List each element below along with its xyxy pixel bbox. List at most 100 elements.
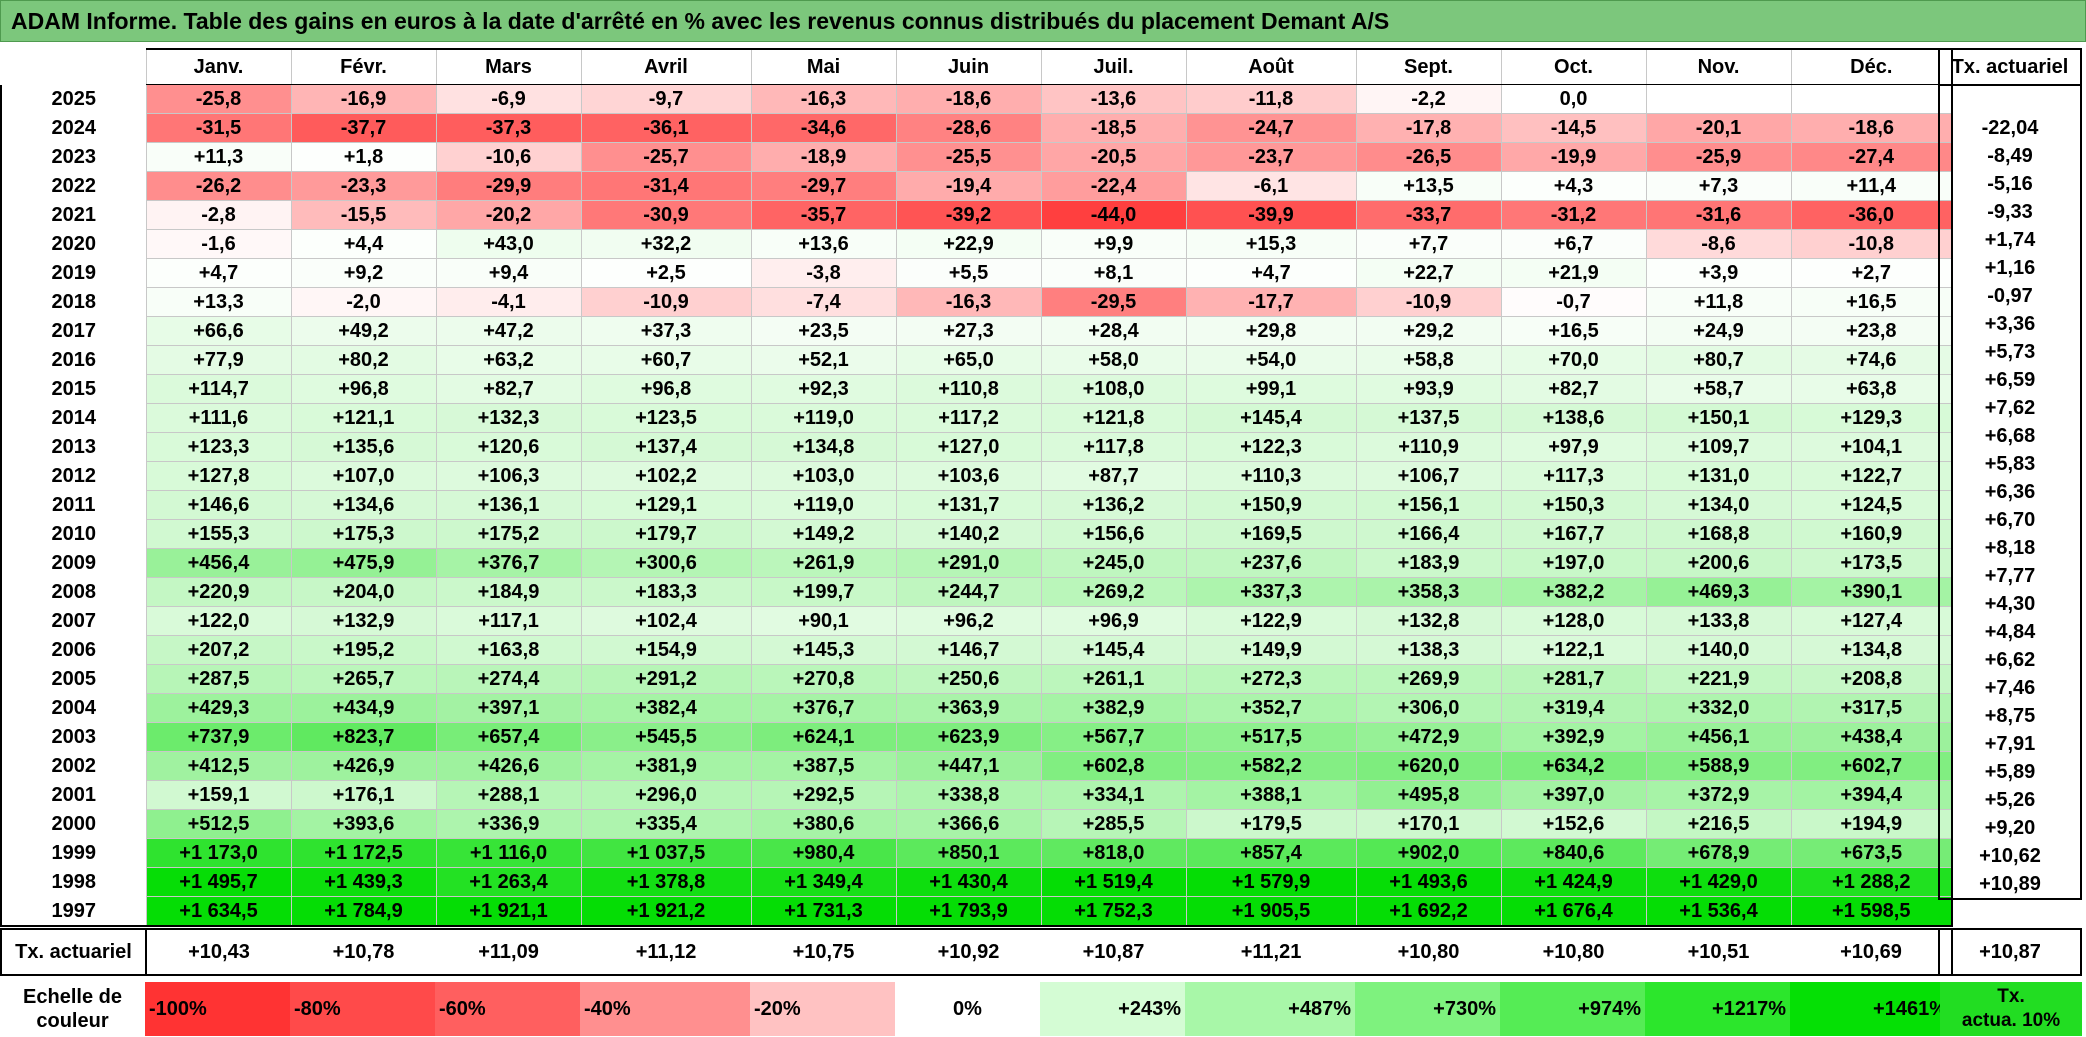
legend-swatch: +1461%	[1790, 982, 1951, 1036]
gain-cell: +107,0	[290, 461, 437, 491]
gain-cell	[1790, 84, 1953, 114]
gain-cell: +138,6	[1500, 403, 1647, 433]
gain-cell: +337,3	[1185, 577, 1357, 607]
gain-cell: +127,0	[895, 432, 1042, 462]
gain-cell	[1645, 84, 1792, 114]
gain-cell: +149,2	[750, 519, 897, 549]
gain-cell: +134,8	[1790, 635, 1953, 665]
gain-cell: +179,5	[1185, 809, 1357, 839]
gain-cell: +366,6	[895, 809, 1042, 839]
side-row: -9,33	[1938, 198, 2082, 226]
gain-cell: +296,0	[580, 780, 752, 810]
gain-cell: +16,5	[1790, 287, 1953, 317]
gain-cell: +1 793,9	[895, 896, 1042, 927]
gain-cell: -4,1	[435, 287, 582, 317]
gain-cell: +22,7	[1355, 258, 1502, 288]
gain-cell: 0,0	[1500, 84, 1647, 114]
gain-cell: +175,3	[290, 519, 437, 549]
gain-cell: +512,5	[145, 809, 292, 839]
tx-actuariel-value: +5,83	[1938, 450, 2082, 478]
gain-cell: +160,9	[1790, 519, 1953, 549]
tx-actuariel-value: +4,84	[1938, 618, 2082, 646]
tx-month-value: +10,78	[291, 928, 436, 976]
gain-cell: +1,8	[290, 142, 437, 172]
gain-cell: +237,6	[1185, 548, 1357, 578]
gain-cell: +1 634,5	[145, 896, 292, 927]
gain-cell: -19,4	[895, 171, 1042, 201]
legend-swatch: -40%	[580, 982, 750, 1036]
table-row: 1999 +1 173,0 +1 172,5 +1 116,0 +1 037,5 +980…	[0, 838, 1953, 868]
gain-cell: +47,2	[435, 316, 582, 346]
table-row: 2015 +114,7 +96,8 +82,7 +96,8 +92,3 +110,8 +108…	[0, 374, 1953, 404]
year-label: 2002	[0, 751, 146, 781]
year-label: 2022	[0, 171, 146, 201]
gain-cell: +1 173,0	[145, 838, 292, 868]
table-row: 2022 -26,2 -23,3 -29,9 -31,4 -29,7 -19,4 -22,4-…	[0, 171, 1953, 201]
color-scale-legend: Echelle de couleur -100% -80% -60% -40% -20% 0%…	[0, 982, 1951, 1036]
tx-actuariel-value: +5,26	[1938, 786, 2082, 814]
legend-swatch: -20%	[750, 982, 895, 1036]
gain-cell: -16,9	[290, 84, 437, 114]
gain-cell: +285,5	[1040, 809, 1187, 839]
gain-cell: +1 784,9	[290, 896, 437, 927]
gain-cell: +106,3	[435, 461, 582, 491]
gain-cell: +96,2	[895, 606, 1042, 636]
gain-cell: +122,0	[145, 606, 292, 636]
gain-cell: +110,3	[1185, 461, 1357, 491]
year-label: 2000	[0, 809, 146, 839]
gain-cell: -19,9	[1500, 142, 1647, 172]
gain-cell: +588,9	[1645, 751, 1792, 781]
gain-cell: +119,0	[750, 490, 897, 520]
gain-cell: +840,6	[1500, 838, 1647, 868]
gain-cell: +245,0	[1040, 548, 1187, 578]
tx-actuariel-header: Tx. actuariel	[1938, 48, 2082, 86]
tx-month-value: +10,80	[1356, 928, 1501, 976]
gain-cell: +3,9	[1645, 258, 1792, 288]
gain-cell: +117,1	[435, 606, 582, 636]
gain-cell: +397,0	[1500, 780, 1647, 810]
tx-actuariel-value: +6,36	[1938, 478, 2082, 506]
side-row: +10,62	[1938, 842, 2082, 870]
gain-cell: +145,4	[1040, 635, 1187, 665]
gain-cell: -17,7	[1185, 287, 1357, 317]
gain-cell: +199,7	[750, 577, 897, 607]
gain-cell: +517,5	[1185, 722, 1357, 752]
year-label: 2010	[0, 519, 146, 549]
gain-cell: -31,4	[580, 171, 752, 201]
side-row: -0,97	[1938, 282, 2082, 310]
gain-cell: -17,8	[1355, 113, 1502, 143]
gain-cell: +447,1	[895, 751, 1042, 781]
side-row: +7,91	[1938, 730, 2082, 758]
gain-cell: +13,3	[145, 287, 292, 317]
gain-cell: +495,8	[1355, 780, 1502, 810]
gain-cell: +121,1	[290, 403, 437, 433]
table-row: 2001 +159,1 +176,1 +288,1 +296,0 +292,5 +338,8…	[0, 780, 1953, 810]
gain-cell: -31,6	[1645, 200, 1792, 230]
gain-cell: +122,9	[1185, 606, 1357, 636]
gain-cell: +624,1	[750, 722, 897, 752]
gain-cell: +179,7	[580, 519, 752, 549]
tx-actuariel-value: +4,30	[1938, 590, 2082, 618]
tx-actuariel-value: +6,59	[1938, 366, 2082, 394]
year-label: 2009	[0, 548, 146, 578]
gain-cell: -2,0	[290, 287, 437, 317]
gain-cell: +434,9	[290, 693, 437, 723]
gain-cell: +145,3	[750, 635, 897, 665]
gain-cell: -29,5	[1040, 287, 1187, 317]
gain-cell: +133,8	[1645, 606, 1792, 636]
side-row: +5,26	[1938, 786, 2082, 814]
year-label: 2016	[0, 345, 146, 375]
gain-cell: +394,4	[1790, 780, 1953, 810]
tx-actuariel-total: +10,87	[1938, 928, 2082, 976]
gain-cell: +63,2	[435, 345, 582, 375]
gain-cell: +109,7	[1645, 432, 1792, 462]
gain-cell: +602,7	[1790, 751, 1953, 781]
tx-actuariel-value: +10,89	[1938, 870, 2082, 900]
year-label: 2005	[0, 664, 146, 694]
tx-month-value: +10,75	[751, 928, 896, 976]
table-row: 2008 +220,9 +204,0 +184,9 +183,3 +199,7 +244,7…	[0, 577, 1953, 607]
tx-month-value: +10,92	[896, 928, 1041, 976]
legend-swatch: +730%	[1355, 982, 1500, 1036]
gain-cell: +4,4	[290, 229, 437, 259]
gain-cell: +456,1	[1645, 722, 1792, 752]
